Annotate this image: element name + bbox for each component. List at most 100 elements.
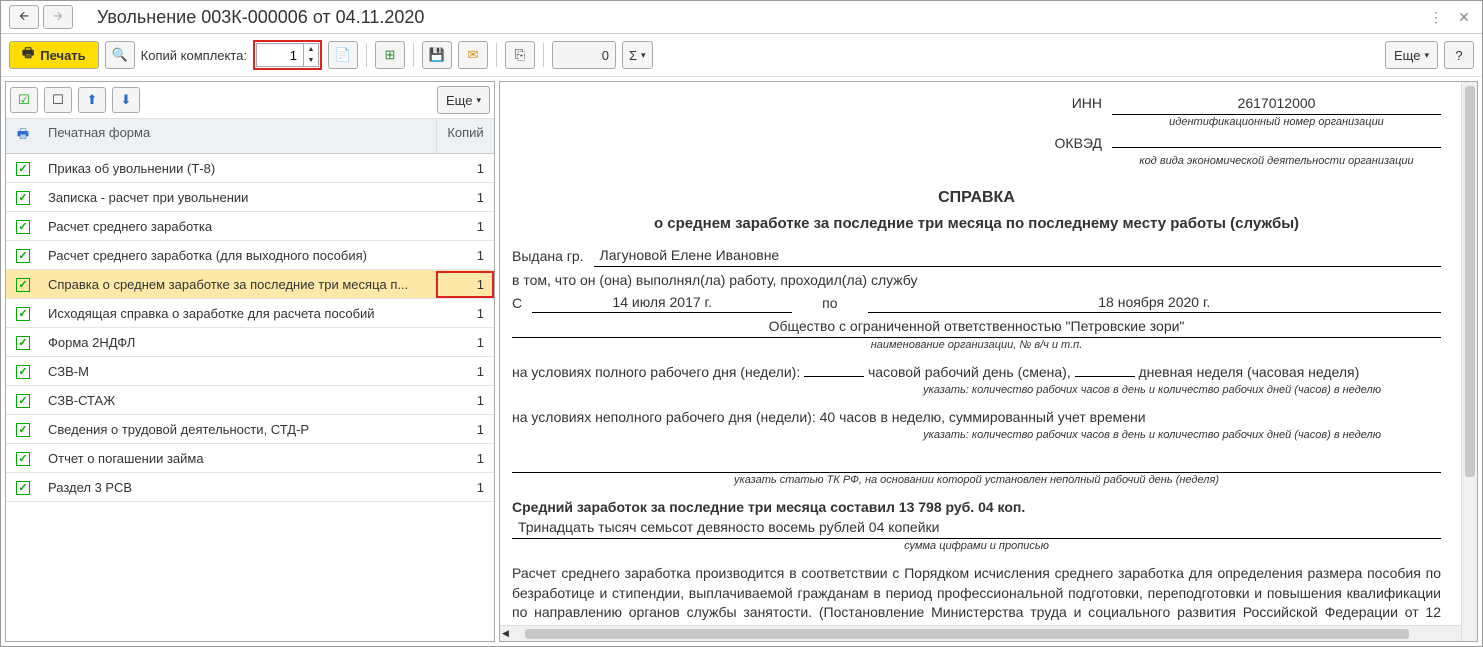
- row-name: Расчет среднего заработка (для выходного…: [40, 248, 436, 263]
- row-name: Раздел 3 РСВ: [40, 480, 436, 495]
- sum-value: 0: [602, 48, 609, 63]
- col-copies-header[interactable]: Копий: [436, 119, 494, 153]
- table-row[interactable]: ✓Приказ об увольнении (Т-8)1: [6, 154, 494, 183]
- row-copies[interactable]: 1: [436, 271, 494, 298]
- row-checkbox-cell[interactable]: ✓: [6, 218, 40, 234]
- org-hint: наименование организации, № в/ч и т.п.: [512, 338, 1441, 353]
- close-button[interactable]: ✕: [1454, 7, 1474, 27]
- row-checkbox-cell[interactable]: ✓: [6, 160, 40, 176]
- save-button[interactable]: 💾: [422, 41, 452, 69]
- article-hint: указать статью ТК РФ, на основании котор…: [512, 473, 1441, 488]
- checkmark-icon: ✓: [16, 336, 30, 350]
- row-checkbox-cell[interactable]: ✓: [6, 363, 40, 379]
- org-name: Общество с ограниченной ответственностью…: [512, 317, 1441, 338]
- chevron-down-icon: ▾: [476, 95, 481, 106]
- row-copies[interactable]: 1: [436, 480, 494, 495]
- table-row[interactable]: ✓Отчет о погашении займа1: [6, 444, 494, 473]
- row-copies[interactable]: 1: [436, 422, 494, 437]
- print-button[interactable]: 🖶 Печать: [9, 41, 99, 69]
- earn-hint: сумма цифрами и прописью: [512, 539, 1441, 554]
- row-checkbox-cell[interactable]: ✓: [6, 305, 40, 321]
- row-checkbox-cell[interactable]: ✓: [6, 276, 40, 292]
- row-copies[interactable]: 1: [436, 248, 494, 263]
- copies-up[interactable]: ▲: [304, 44, 318, 55]
- table-row[interactable]: ✓СЗВ-СТАЖ1: [6, 386, 494, 415]
- okved-hint: код вида экономической деятельности орга…: [1112, 154, 1441, 169]
- print-button-label: Печать: [40, 48, 85, 63]
- row-copies[interactable]: 1: [436, 393, 494, 408]
- window-title: Увольнение 003К-000006 от 04.11.2020: [97, 7, 1418, 28]
- checkmark-icon: ✓: [16, 220, 30, 234]
- row-checkbox-cell[interactable]: ✓: [6, 189, 40, 205]
- copies-input[interactable]: [257, 44, 303, 66]
- insert-button[interactable]: ⎘: [505, 41, 535, 69]
- table-row[interactable]: ✓Форма 2НДФЛ1: [6, 328, 494, 357]
- movedown-button[interactable]: ⬇: [112, 87, 140, 113]
- row-copies[interactable]: 1: [436, 451, 494, 466]
- table-row[interactable]: ✓Справка о среднем заработке за последни…: [6, 270, 494, 299]
- copies-down[interactable]: ▼: [304, 55, 318, 66]
- row-copies[interactable]: 1: [436, 161, 494, 176]
- table-row[interactable]: ✓Раздел 3 РСВ1: [6, 473, 494, 502]
- earn-value: 13 798 руб. 04 коп.: [899, 499, 1025, 515]
- mail-button[interactable]: ✉: [458, 41, 488, 69]
- row-checkbox-cell[interactable]: ✓: [6, 334, 40, 350]
- uncheckall-button[interactable]: ☐: [44, 87, 72, 113]
- row-copies[interactable]: 1: [436, 335, 494, 350]
- row-checkbox-cell[interactable]: ✓: [6, 421, 40, 437]
- moveup-button[interactable]: ⬆: [78, 87, 106, 113]
- more-button[interactable]: Еще▾: [1385, 41, 1438, 69]
- row-checkbox-cell[interactable]: ✓: [6, 479, 40, 495]
- table-row[interactable]: ✓СЗВ-М1: [6, 357, 494, 386]
- row-checkbox-cell[interactable]: ✓: [6, 450, 40, 466]
- row-checkbox-cell[interactable]: ✓: [6, 392, 40, 408]
- document-scroll[interactable]: ИНН 2617012000 идентификационный номер о…: [500, 82, 1461, 641]
- more-menu-icon[interactable]: ⋮: [1426, 7, 1446, 27]
- forms-more-button[interactable]: Еще▾: [437, 86, 490, 114]
- table-row[interactable]: ✓Записка - расчет при увольнении1: [6, 183, 494, 212]
- row-copies[interactable]: 1: [436, 190, 494, 205]
- preview-button[interactable]: 🔍: [105, 41, 135, 69]
- issued-label: Выдана гр.: [512, 247, 584, 267]
- row-checkbox-cell[interactable]: ✓: [6, 247, 40, 263]
- sum-field[interactable]: 0: [552, 41, 616, 69]
- row-name: Записка - расчет при увольнении: [40, 190, 436, 205]
- checkmark-icon: ✓: [16, 278, 30, 292]
- row-name: Расчет среднего заработка: [40, 219, 436, 234]
- nav-back-button[interactable]: 🡨: [9, 5, 39, 29]
- horizontal-scrollbar[interactable]: ◀: [500, 625, 1461, 641]
- earn-words: Тринадцать тысяч семьсот девяносто восем…: [512, 518, 1441, 539]
- help-button[interactable]: ?: [1444, 41, 1474, 69]
- preview-pane: ИНН 2617012000 идентификационный номер о…: [499, 81, 1478, 642]
- sigma-button[interactable]: Σ▾: [622, 41, 653, 69]
- dossier-button[interactable]: 📄: [328, 41, 358, 69]
- copies-spinner[interactable]: ▲ ▼: [256, 43, 319, 67]
- table-row[interactable]: ✓Исходящая справка о заработке для расче…: [6, 299, 494, 328]
- check-green-icon: ☑: [18, 92, 30, 108]
- col-check-header[interactable]: 🖶: [6, 119, 40, 153]
- row-copies[interactable]: 1: [436, 306, 494, 321]
- table-row[interactable]: ✓Расчет среднего заработка (для выходног…: [6, 241, 494, 270]
- vertical-scrollbar[interactable]: [1461, 82, 1477, 641]
- printer-icon: 🖶: [22, 44, 34, 66]
- checkmark-icon: ✓: [16, 452, 30, 466]
- table-row[interactable]: ✓ Расчет среднего заработка1: [6, 212, 494, 241]
- envelope-icon: ✉: [468, 47, 479, 63]
- checkmark-icon: ✓: [16, 423, 30, 437]
- row-copies[interactable]: 1: [436, 364, 494, 379]
- chevron-down-icon: ▾: [1424, 50, 1429, 61]
- row-copies[interactable]: 1: [436, 219, 494, 234]
- col-name-header[interactable]: Печатная форма: [40, 119, 436, 153]
- table-row[interactable]: ✓ Сведения о трудовой деятельности, СТД-Р…: [6, 415, 494, 444]
- excel-button[interactable]: ⊞: [375, 41, 405, 69]
- nav-forward-button[interactable]: 🡪: [43, 5, 73, 29]
- to-label: по: [822, 294, 837, 314]
- doc-subtitle: о среднем заработке за последние три мес…: [512, 213, 1441, 234]
- row-name: Сведения о трудовой деятельности, СТД-Р: [40, 422, 436, 437]
- checkall-button[interactable]: ☑: [10, 87, 38, 113]
- worked-text: в том, что он (она) выполнял(ла) работу,…: [512, 271, 1441, 291]
- date-from: 14 июля 2017 г.: [532, 293, 792, 314]
- inn-label: ИНН: [512, 94, 1112, 114]
- document-content: ИНН 2617012000 идентификационный номер о…: [512, 94, 1441, 641]
- floppy-icon: 💾: [429, 47, 445, 63]
